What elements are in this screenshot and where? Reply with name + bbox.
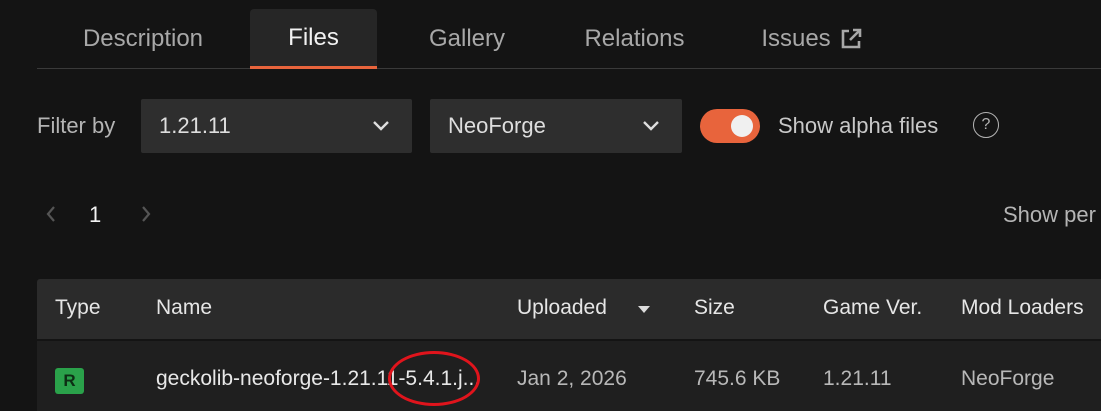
tab-files[interactable]: Files [250, 9, 377, 69]
tab-label: Files [288, 23, 339, 51]
tab-label: Issues [761, 25, 831, 52]
show-alpha-label: Show alpha files [778, 113, 939, 138]
file-mod-loader: NeoForge [961, 367, 1055, 390]
game-version-value: 1.21.11 [159, 113, 231, 138]
mod-loader-select[interactable]: NeoForge [430, 99, 682, 153]
file-size: 745.6 KB [694, 367, 781, 390]
files-page: Description Files Gallery Relations Issu… [0, 0, 1101, 411]
tab-description[interactable]: Description [37, 9, 249, 69]
tab-label: Description [82, 25, 204, 52]
prev-page-icon[interactable] [45, 204, 57, 224]
file-uploaded-date: Jan 2, 2026 [517, 367, 627, 390]
tab-issues[interactable]: Issues [742, 9, 882, 69]
header-uploaded[interactable]: Uploaded [517, 279, 607, 339]
mod-loader-value: NeoForge [448, 113, 546, 138]
header-game-version[interactable]: Game Ver. [823, 279, 922, 339]
project-tabs: Description Files Gallery Relations Issu… [37, 0, 1101, 69]
tab-gallery[interactable]: Gallery [392, 9, 542, 69]
table-row[interactable]: R geckolib-neoforge-1.21.11-5.4.1.j... J… [37, 341, 1101, 411]
external-link-icon [839, 27, 863, 51]
header-size[interactable]: Size [694, 279, 735, 339]
tab-label: Gallery [428, 25, 506, 52]
game-version-select[interactable]: 1.21.11 [141, 99, 412, 153]
toggle-knob [731, 115, 753, 137]
chevron-down-icon [642, 120, 660, 132]
release-type-badge: R [55, 368, 84, 394]
next-page-icon[interactable] [140, 204, 152, 224]
file-game-version: 1.21.11 [823, 367, 892, 390]
help-icon[interactable]: ? [973, 112, 999, 138]
file-name-link[interactable]: geckolib-neoforge-1.21.11-5.4.1.j... [156, 341, 480, 411]
page-number-current[interactable]: 1 [89, 201, 101, 229]
show-alpha-toggle[interactable] [700, 109, 760, 143]
header-name[interactable]: Name [156, 279, 212, 339]
filter-by-label: Filter by [37, 113, 116, 138]
tab-relations[interactable]: Relations [552, 9, 717, 69]
tab-label: Relations [584, 25, 685, 52]
header-type: Type [55, 296, 101, 319]
chevron-down-icon [372, 120, 390, 132]
show-per-page-label: Show per [1003, 202, 1096, 227]
files-table-header: Type Name Uploaded Size Game Ver. Mod Lo… [37, 279, 1101, 339]
header-mod-loaders: Mod Loaders [961, 296, 1084, 319]
sort-desc-icon[interactable] [637, 305, 651, 314]
